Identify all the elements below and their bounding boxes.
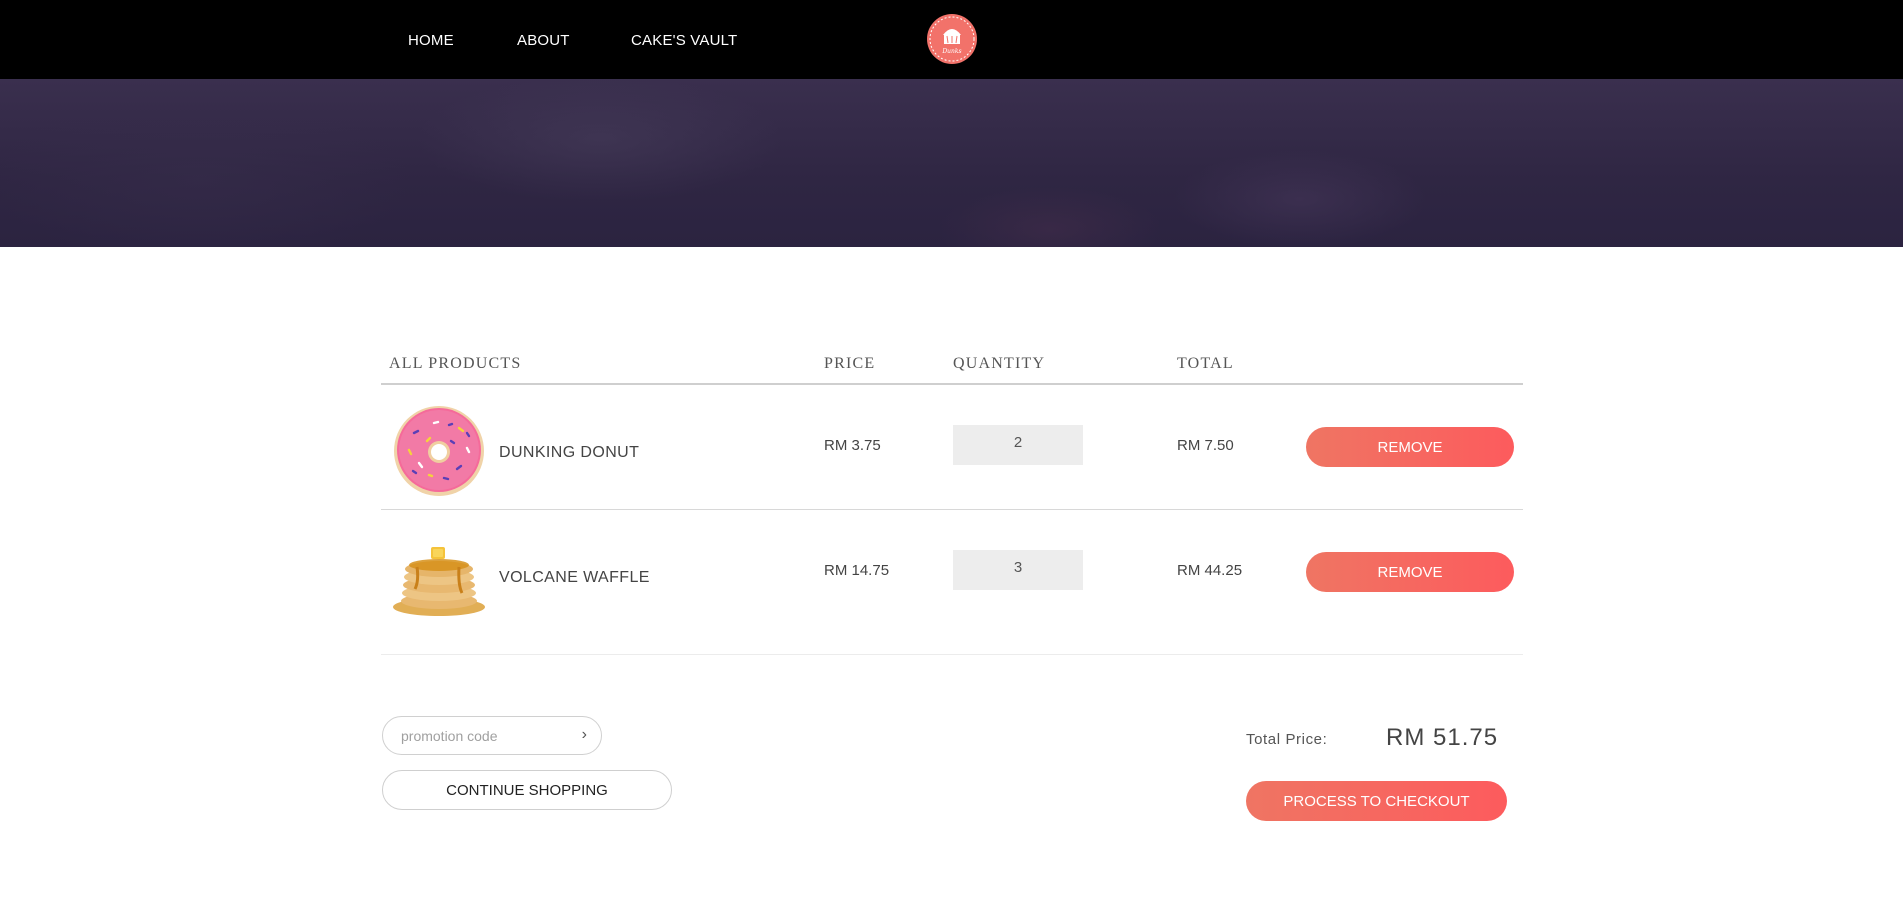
logo-text: Dunks	[941, 48, 961, 55]
header-all-products: ALL PRODUCTS	[389, 355, 522, 372]
nav-cakes-vault-link[interactable]: CAKE'S VAULT	[631, 32, 737, 49]
nav-about-link[interactable]: ABOUT	[517, 32, 570, 49]
product-name: DUNKING DONUT	[499, 444, 640, 461]
promo-code-input[interactable]	[401, 726, 571, 746]
donut-image	[394, 406, 484, 496]
total-price-label: Total Price:	[1246, 731, 1328, 748]
cupcake-logo-icon[interactable]: Dunks	[926, 13, 978, 65]
continue-shopping-button[interactable]: CONTINUE SHOPPING	[382, 770, 672, 810]
nav-home-link[interactable]: HOME	[408, 32, 454, 49]
checkout-button[interactable]: PROCESS TO CHECKOUT	[1246, 781, 1507, 821]
top-nav-bar: HOME ABOUT CAKE'S VAULT Dunks	[0, 0, 1903, 79]
header-quantity: QUANTITY	[953, 355, 1046, 372]
header-total: TOTAL	[1177, 355, 1234, 372]
remove-button[interactable]: REMOVE	[1306, 427, 1514, 467]
promo-code-field: ›	[382, 716, 602, 755]
product-name: VOLCANE WAFFLE	[499, 569, 650, 586]
remove-button[interactable]: REMOVE	[1306, 552, 1514, 592]
line-total: RM 7.50	[1177, 437, 1234, 454]
quantity-input[interactable]	[953, 425, 1083, 465]
total-price-value: RM 51.75	[1386, 724, 1499, 751]
hero-banner	[0, 79, 1903, 247]
product-price: RM 14.75	[824, 562, 890, 579]
header-divider	[381, 383, 1523, 385]
chevron-right-icon[interactable]: ›	[582, 726, 587, 744]
pancake-image	[393, 547, 485, 616]
line-total: RM 44.25	[1177, 562, 1243, 579]
quantity-input[interactable]	[953, 550, 1083, 590]
row-divider	[381, 654, 1523, 655]
header-price: PRICE	[824, 355, 876, 372]
row-divider	[381, 509, 1523, 510]
product-price: RM 3.75	[824, 437, 881, 454]
